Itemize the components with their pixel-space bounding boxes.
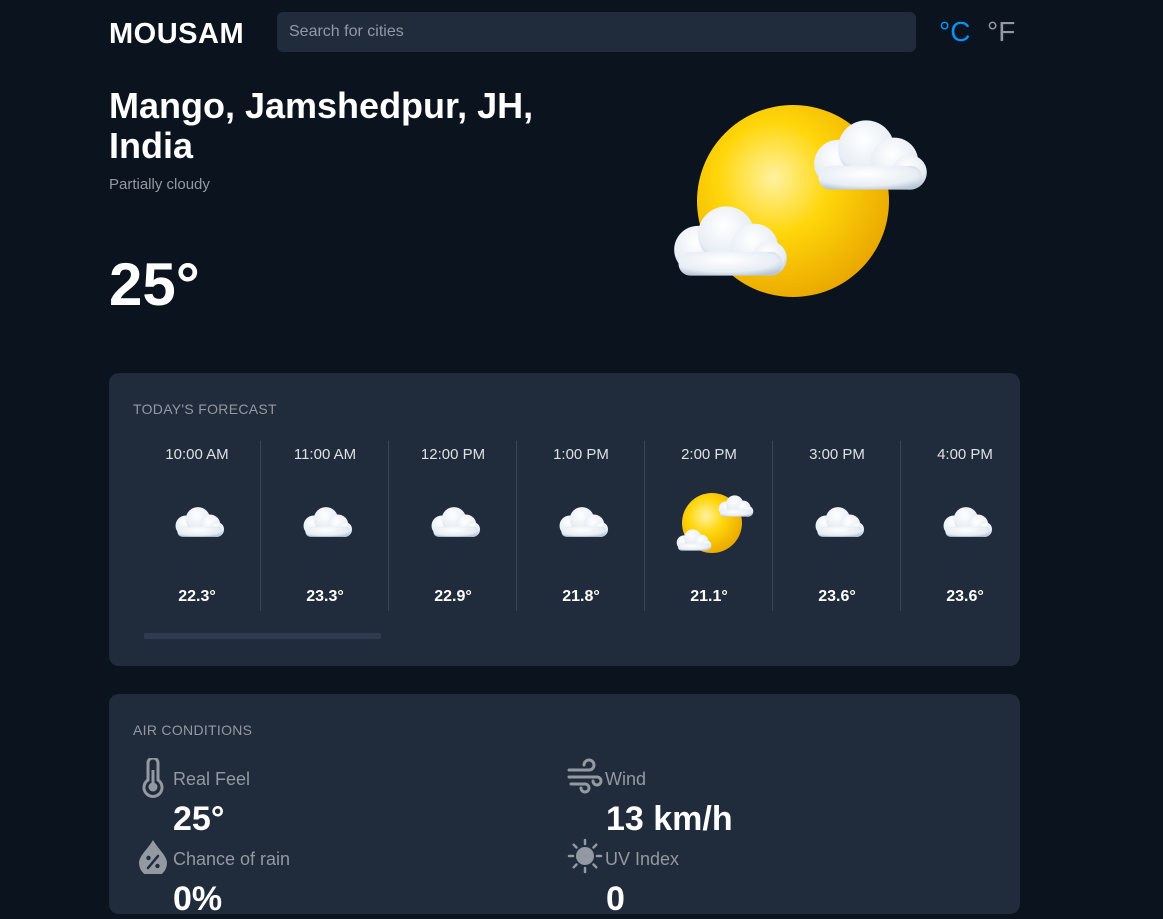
forecast-temp: 22.3°: [178, 588, 216, 605]
forecast-time: 3:00 PM: [809, 446, 865, 463]
partly-cloudy-icon: [676, 493, 754, 553]
chance-of-rain-label: Chance of rain: [173, 849, 291, 869]
fahrenheit-toggle[interactable]: °F: [987, 16, 1015, 48]
forecast-hour: 2:00 PM 21.1°: [645, 441, 773, 611]
forecast-temp: 21.8°: [562, 588, 600, 605]
celsius-toggle[interactable]: °C: [939, 16, 970, 48]
air-conditions-card: AIR CONDITIONS Real Feel 25° Wind 13 km/…: [109, 694, 1020, 918]
chance-of-rain-value: 0%: [173, 880, 223, 918]
search-input[interactable]: [277, 12, 916, 52]
header: MOUSAM °C °F: [109, 12, 1020, 52]
todays-forecast-card: TODAY'S FORECAST 10:00 AM 22.3° 11:00 AM…: [109, 373, 1020, 666]
wind-value: 13 km/h: [606, 800, 733, 838]
forecast-hour: 12:00 PM 22.9°: [389, 441, 517, 611]
chance-of-rain-item: Chance of rain 0%: [137, 838, 437, 918]
location-title: Mango, Jamshedpur, JH, India: [109, 85, 534, 166]
forecast-temp: 23.3°: [306, 588, 344, 605]
wind-label: Wind: [605, 769, 647, 789]
real-feel-value: 25°: [173, 800, 225, 838]
forecast-time: 11:00 AM: [293, 446, 357, 463]
wind-item: Wind 13 km/h: [567, 758, 867, 838]
real-feel-label: Real Feel: [173, 769, 251, 789]
partly-cloudy-icon: [674, 105, 927, 297]
forecast-hour: 11:00 AM 23.3°: [261, 441, 389, 611]
forecast-hour: 1:00 PM 21.8°: [517, 441, 645, 611]
forecast-time: 12:00 PM: [420, 446, 486, 463]
cloudy-icon: [943, 507, 993, 537]
forecast-hour: 10:00 AM 22.3°: [133, 441, 261, 611]
forecast-time: 2:00 PM: [681, 446, 737, 463]
weather-condition: Partially cloudy: [109, 176, 210, 193]
current-temperature: 25°: [109, 251, 200, 318]
uv-index-label: UV Index: [605, 849, 680, 869]
forecast-time: 1:00 PM: [553, 446, 609, 463]
cloudy-icon: [815, 507, 865, 537]
forecast-hours[interactable]: 10:00 AM 22.3° 11:00 AM 23.3° 12:00 PM 2…: [133, 441, 1020, 611]
forecast-time: 4:00 PM: [937, 446, 993, 463]
real-feel-item: Real Feel 25°: [137, 758, 437, 838]
forecast-temp: 23.6°: [946, 588, 984, 605]
forecast-title: TODAY'S FORECAST: [133, 401, 277, 417]
app-logo: MOUSAM: [109, 18, 245, 50]
forecast-hour: 4:00 PM 23.6°: [901, 441, 1020, 611]
cloudy-icon: [175, 507, 225, 537]
cloudy-icon: [431, 507, 481, 537]
wind-icon: [567, 758, 603, 794]
sun-icon: [567, 838, 603, 874]
forecast-temp: 22.9°: [434, 588, 472, 605]
forecast-time: 10:00 AM: [165, 446, 229, 463]
cloudy-icon: [559, 507, 609, 537]
thermometer-icon: [142, 758, 164, 798]
uv-index-item: UV Index 0: [567, 838, 867, 918]
cloudy-icon: [303, 507, 353, 537]
forecast-hour: 3:00 PM 23.6°: [773, 441, 901, 611]
forecast-scrollbar-thumb[interactable]: [144, 633, 381, 639]
uv-index-value: 0: [606, 880, 625, 918]
raindrop-percent-icon: [139, 840, 167, 874]
forecast-temp: 21.1°: [690, 588, 728, 605]
forecast-temp: 23.6°: [818, 588, 856, 605]
air-conditions-title: AIR CONDITIONS: [133, 722, 253, 738]
